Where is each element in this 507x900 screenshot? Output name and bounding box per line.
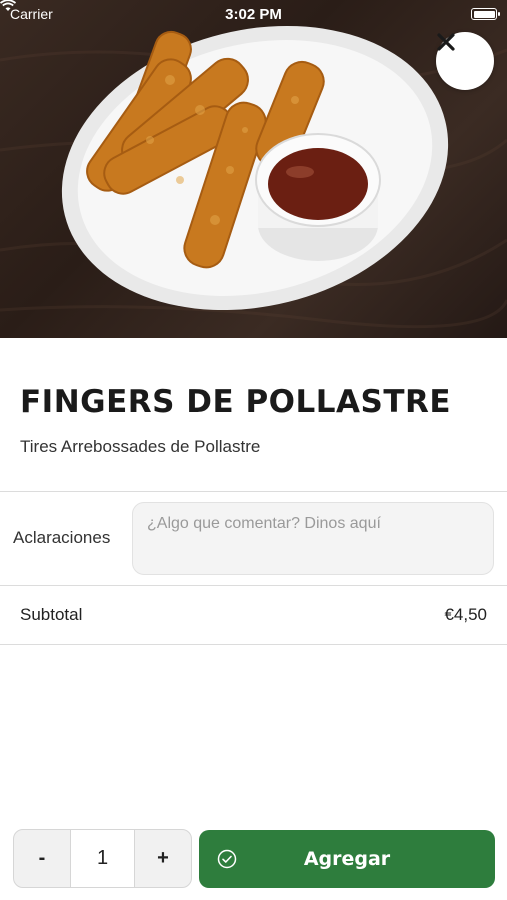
close-icon: [437, 33, 455, 51]
product-title: FINGERS DE POLLASTRE: [20, 384, 452, 420]
notes-label: Aclaraciones: [13, 528, 111, 547]
status-bar: Carrier 3:02 PM: [0, 0, 507, 28]
notes-input[interactable]: [132, 502, 494, 575]
product-description: Tires Arrebossades de Pollastre: [20, 437, 261, 456]
chicken-fingers-photo: [0, 25, 507, 329]
add-button-label: Agregar: [303, 848, 391, 870]
close-button[interactable]: [436, 32, 494, 90]
product-image: Carrier 3:02 PM: [0, 0, 507, 338]
divider: [0, 644, 507, 645]
quantity-stepper: - 1 +: [13, 829, 192, 888]
add-to-cart-button[interactable]: Agregar: [199, 830, 495, 888]
divider: [0, 585, 507, 586]
subtotal-value: €4,50: [444, 605, 487, 624]
battery-icon: [471, 8, 500, 20]
decrement-button[interactable]: -: [14, 830, 70, 887]
clock: 3:02 PM: [225, 5, 282, 23]
subtotal-label: Subtotal: [20, 605, 83, 624]
increment-button[interactable]: +: [135, 830, 191, 887]
divider: [0, 491, 507, 492]
check-circle-icon: [217, 849, 237, 869]
quantity-value: 1: [70, 830, 135, 887]
